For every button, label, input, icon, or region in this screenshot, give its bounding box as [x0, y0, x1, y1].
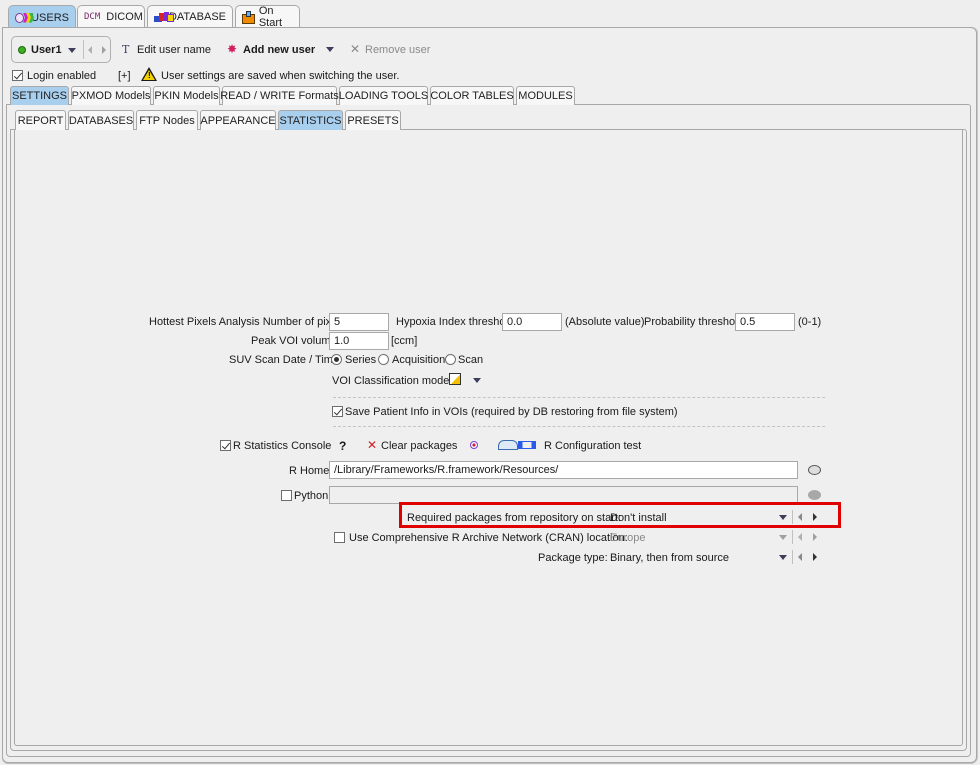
tab-ftp-nodes[interactable]: FTP Nodes — [136, 110, 198, 130]
users-icon — [15, 12, 34, 24]
tab-report[interactable]: REPORT — [15, 110, 66, 130]
save-patient-info-checkbox[interactable] — [332, 406, 343, 417]
cran-checkbox[interactable] — [334, 532, 345, 543]
browse-r-home-icon[interactable] — [808, 465, 821, 475]
suv-scan-option-label: Scan — [458, 354, 484, 366]
cran-dropdown-icon — [779, 535, 787, 540]
divider — [333, 397, 825, 398]
tab-on-start[interactable]: On Start — [235, 5, 300, 29]
probability-threshold-label: Probability threshold — [644, 316, 744, 328]
remove-user-label: Remove user — [365, 44, 431, 56]
package-type-prev-icon[interactable] — [798, 553, 802, 561]
tab-database-label: DATABASE — [168, 11, 226, 23]
tab-pxmod-models[interactable]: PXMOD Models — [71, 86, 151, 105]
user-status-icon — [18, 46, 26, 54]
add-user-icon: ✸ — [227, 42, 238, 56]
tab-appearance[interactable]: APPEARANCE — [200, 110, 276, 130]
package-type-label: Package type: — [538, 552, 608, 564]
clear-icon: ✕ — [367, 438, 378, 452]
suv-scan-radio[interactable] — [445, 354, 456, 365]
tab-color-tables[interactable]: COLOR TABLES — [430, 86, 514, 105]
database-icon — [154, 11, 174, 23]
r-console-checkbox[interactable] — [220, 440, 231, 451]
statistics-inner-frame — [14, 130, 963, 746]
clear-packages-label: Clear packages — [381, 440, 458, 452]
suv-acquisition-label: Acquisition — [392, 354, 446, 366]
probability-unit: (0-1) — [798, 316, 822, 328]
tab-loading-tools[interactable]: LOADING TOOLS — [339, 86, 428, 105]
remove-icon: ✕ — [350, 42, 361, 56]
add-new-user-label: Add new user — [243, 44, 316, 56]
divider — [333, 426, 825, 427]
suv-scan-label: SUV Scan Date / Time — [229, 354, 340, 366]
cran-next-icon — [813, 533, 817, 541]
highlight-box — [399, 502, 841, 528]
voi-classification-dropdown-icon[interactable] — [473, 378, 481, 383]
python-checkbox[interactable] — [281, 490, 292, 501]
user-settings-warning: User settings are saved when switching t… — [161, 70, 400, 82]
r-home-label: R Home — [289, 465, 330, 477]
help-button[interactable]: ? — [339, 439, 346, 453]
cran-location-select[interactable]: Europe — [610, 531, 645, 545]
current-user: User1 — [31, 44, 62, 56]
probability-threshold-input[interactable]: 0.5 — [735, 313, 795, 331]
tab-dicom-label: DICOM — [106, 11, 143, 23]
tab-settings[interactable]: SETTINGS — [10, 86, 69, 105]
r-status-icon[interactable] — [470, 441, 478, 449]
login-enabled-checkbox[interactable] — [12, 70, 23, 81]
r-console-label: R Statistics Console — [233, 440, 332, 452]
peak-voi-unit: [ccm] — [391, 335, 418, 347]
suv-acquisition-radio[interactable] — [378, 354, 389, 365]
save-patient-info-label: Save Patient Info in VOIs (required by D… — [345, 406, 678, 418]
peak-voi-label: Peak VOI volume — [251, 335, 337, 347]
r-home-input[interactable]: /Library/Frameworks/R.framework/Resource… — [329, 461, 798, 479]
tab-on-start-label: On Start — [258, 5, 283, 29]
test-icon — [498, 440, 518, 450]
dicom-icon: DCM — [84, 12, 101, 22]
user-selector[interactable]: User1 — [11, 36, 111, 63]
tab-statistics[interactable]: STATISTICS — [278, 110, 343, 130]
tab-databases[interactable]: DATABASES — [68, 110, 134, 130]
on-start-icon — [242, 10, 255, 24]
suv-series-radio[interactable] — [331, 354, 342, 365]
expand-button[interactable]: [+] — [118, 69, 131, 83]
cran-label: Use Comprehensive R Archive Network (CRA… — [349, 532, 628, 544]
edit-user-name-label: Edit user name — [137, 44, 211, 56]
text-edit-icon: T — [122, 43, 130, 56]
tab-pkin-models[interactable]: PKIN Models — [153, 86, 220, 105]
add-user-options-icon[interactable] — [326, 47, 334, 52]
previous-user-icon[interactable] — [88, 46, 92, 54]
r-configuration-test-label: R Configuration test — [544, 440, 642, 452]
tab-database[interactable]: DATABASE — [147, 5, 233, 28]
tab-users-label: USERS — [31, 11, 69, 24]
tab-read-write-formats[interactable]: READ / WRITE Formats — [220, 86, 339, 105]
hypoxia-unit: (Absolute value) — [565, 316, 645, 328]
browse-python-icon — [808, 490, 821, 500]
tab-modules[interactable]: MODULES — [516, 86, 575, 105]
package-type-select[interactable]: Binary, then from source — [610, 551, 729, 565]
voi-classification-label: VOI Classification mode: — [332, 375, 453, 387]
suv-series-label: Series — [345, 354, 377, 366]
package-type-next-icon[interactable] — [813, 553, 817, 561]
tab-presets[interactable]: PRESETS — [345, 110, 401, 130]
package-type-dropdown-icon[interactable] — [779, 555, 787, 560]
tab-dicom[interactable]: DCM DICOM — [77, 5, 145, 28]
peak-voi-input[interactable]: 1.0 — [329, 332, 389, 350]
tab-users[interactable]: USERS — [8, 5, 76, 29]
connect-icon — [518, 441, 536, 449]
python-label: Python — [294, 490, 329, 502]
login-enabled-label: Login enabled — [27, 70, 97, 82]
cran-prev-icon — [798, 533, 802, 541]
next-user-icon[interactable] — [102, 46, 106, 54]
hypoxia-threshold-input[interactable]: 0.0 — [502, 313, 562, 331]
voi-classification-icon[interactable] — [449, 373, 461, 385]
hottest-pixels-input[interactable]: 5 — [329, 313, 389, 331]
user-dropdown-icon[interactable] — [68, 48, 76, 53]
hypoxia-threshold-label: Hypoxia Index threshold — [396, 316, 515, 328]
hottest-pixels-label: Hottest Pixels Analysis Number of pixels — [149, 316, 346, 328]
